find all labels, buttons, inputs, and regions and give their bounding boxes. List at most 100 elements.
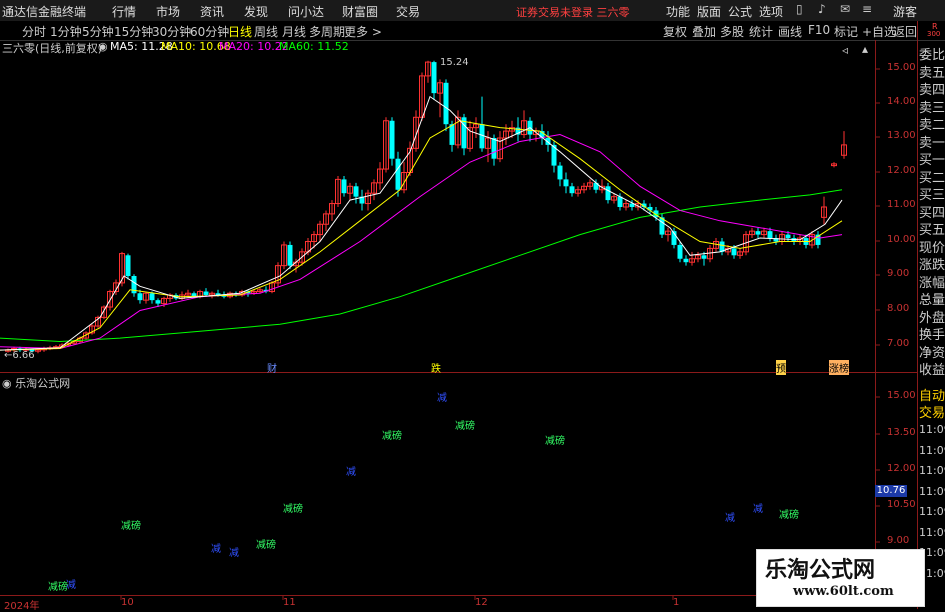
price-tick: 9.00	[887, 268, 910, 279]
signal-blue: 减	[725, 513, 735, 524]
price-tick: 15.00	[887, 62, 916, 73]
quote-field-17: 净资	[919, 345, 945, 359]
quote-field-5: 卖一	[919, 135, 945, 149]
site-watermark: 乐淘公式网 www.60lt.com	[756, 549, 925, 607]
price-tick: 7.00	[887, 338, 910, 349]
price-tick: 8.00	[887, 303, 910, 314]
candle-body-down	[287, 244, 293, 266]
signal-green: 减磅	[256, 540, 276, 551]
high-price-label: 15.24	[440, 57, 469, 68]
ma10-line	[0, 120, 843, 351]
candle-body-down	[755, 231, 761, 235]
sub-tick: 12.00	[887, 463, 916, 474]
right-small-300: 300	[927, 30, 941, 38]
candle-body-down	[605, 186, 611, 201]
signal-green: 减磅	[455, 421, 475, 432]
quote-field-2: 卖四	[919, 83, 945, 96]
event-drop[interactable]: 跌	[431, 360, 441, 375]
candle-body-down	[677, 244, 683, 259]
quote-field-13: 涨幅	[919, 275, 945, 289]
candle-body-down	[395, 158, 401, 190]
quote-field-0: 委比	[919, 48, 945, 61]
signal-blue: 减	[211, 544, 221, 555]
signal-blue: 减	[753, 504, 763, 515]
candle-body-down	[731, 248, 737, 256]
signal-green: 减磅	[382, 431, 402, 442]
quote-field-9: 买四	[919, 205, 945, 219]
ma5-line	[0, 95, 843, 351]
subpanel-title: ◉ 乐淘公式网	[2, 375, 70, 391]
signal-blue: 减	[437, 393, 447, 404]
quote-field-16: 换手	[919, 328, 945, 341]
ma60-value: MA60: 11.52	[279, 40, 349, 53]
candle-body-down	[557, 165, 563, 180]
x-label: 10	[121, 597, 134, 608]
expand-icon[interactable]: ◃	[842, 43, 848, 57]
candle-body-down	[341, 179, 347, 194]
quote-field-1: 卖五	[919, 65, 945, 79]
candle-body-down	[683, 258, 689, 263]
signal-green: 减磅	[283, 504, 303, 515]
quote-field-14: 总量	[919, 293, 945, 306]
signal-green: 减磅	[48, 582, 68, 593]
quote-field-12: 涨跌	[919, 258, 945, 271]
sub-tick: 9.00	[887, 535, 910, 546]
candle-body-down	[563, 179, 569, 187]
price-tick: 14.00	[887, 96, 916, 107]
quote-field-15: 外盘	[919, 310, 945, 324]
low-price-label: ←6.66	[4, 350, 35, 361]
collapse-icon[interactable]: ▴	[862, 42, 868, 56]
candle-body-down	[785, 234, 791, 239]
candle-body-down	[767, 231, 773, 239]
candle-body-down	[203, 291, 209, 295]
auto-trade-1[interactable]: 交易	[919, 402, 945, 419]
auto-trade-0[interactable]: 自动	[919, 385, 945, 402]
signal-green: 减磅	[779, 510, 799, 521]
price-tick: 11.00	[887, 199, 916, 210]
tick-time: 11:09	[919, 505, 945, 518]
price-tick: 10.00	[887, 234, 916, 245]
sub-tick: 15.00	[887, 390, 916, 401]
event-finance[interactable]: 财	[267, 360, 277, 375]
tick-time: 11:09	[919, 423, 945, 436]
signal-green: 减磅	[121, 521, 141, 532]
candle-body-down	[149, 293, 155, 301]
stock-title: 三六零(日线,前复权)	[2, 42, 103, 55]
quote-field-18: 收益	[919, 363, 945, 376]
candle-body-down	[431, 62, 437, 94]
quote-field-7: 买二	[919, 170, 945, 184]
candle-body-down	[701, 255, 707, 259]
quote-field-6: 买一	[919, 153, 945, 166]
candle-body-down	[617, 196, 623, 207]
signal-blue: 减	[229, 548, 239, 559]
candle-body-down	[125, 255, 131, 276]
candle-body-down	[137, 293, 143, 301]
x-label: 1	[673, 597, 680, 608]
candle-body-down	[491, 138, 497, 159]
candle-body-down	[389, 120, 395, 159]
candle-body-down	[569, 186, 575, 194]
candle-body-down	[449, 124, 455, 145]
sub-tick: 10.50	[887, 499, 916, 510]
candle-body-down	[155, 300, 161, 304]
watermark-name: 乐淘公式网	[765, 557, 876, 583]
x-label: 12	[475, 597, 488, 608]
x-label: 2024年	[4, 601, 40, 612]
kline-chart[interactable]	[0, 0, 945, 609]
signal-blue: 减	[346, 467, 356, 478]
candle-body-down	[353, 186, 359, 197]
signal-blue: 减	[66, 580, 76, 591]
signal-green: 减磅	[545, 436, 565, 447]
quote-field-8: 买三	[919, 188, 945, 201]
sub-value-box: 10.76	[875, 485, 907, 497]
tick-time: 11:09	[919, 443, 945, 457]
quote-field-3: 卖三	[919, 100, 945, 114]
quote-field-11: 现价	[919, 240, 945, 254]
subpanel-formula-name: 乐淘公式网	[15, 377, 71, 390]
gear-icon[interactable]: ◉	[2, 377, 15, 390]
tick-time: 11:09	[919, 464, 945, 477]
price-tick: 12.00	[887, 165, 916, 176]
event-forecast[interactable]: 预	[776, 360, 786, 375]
gear-icon[interactable]: ◉	[98, 40, 108, 53]
event-top-gainer[interactable]: 涨榜	[829, 360, 849, 375]
